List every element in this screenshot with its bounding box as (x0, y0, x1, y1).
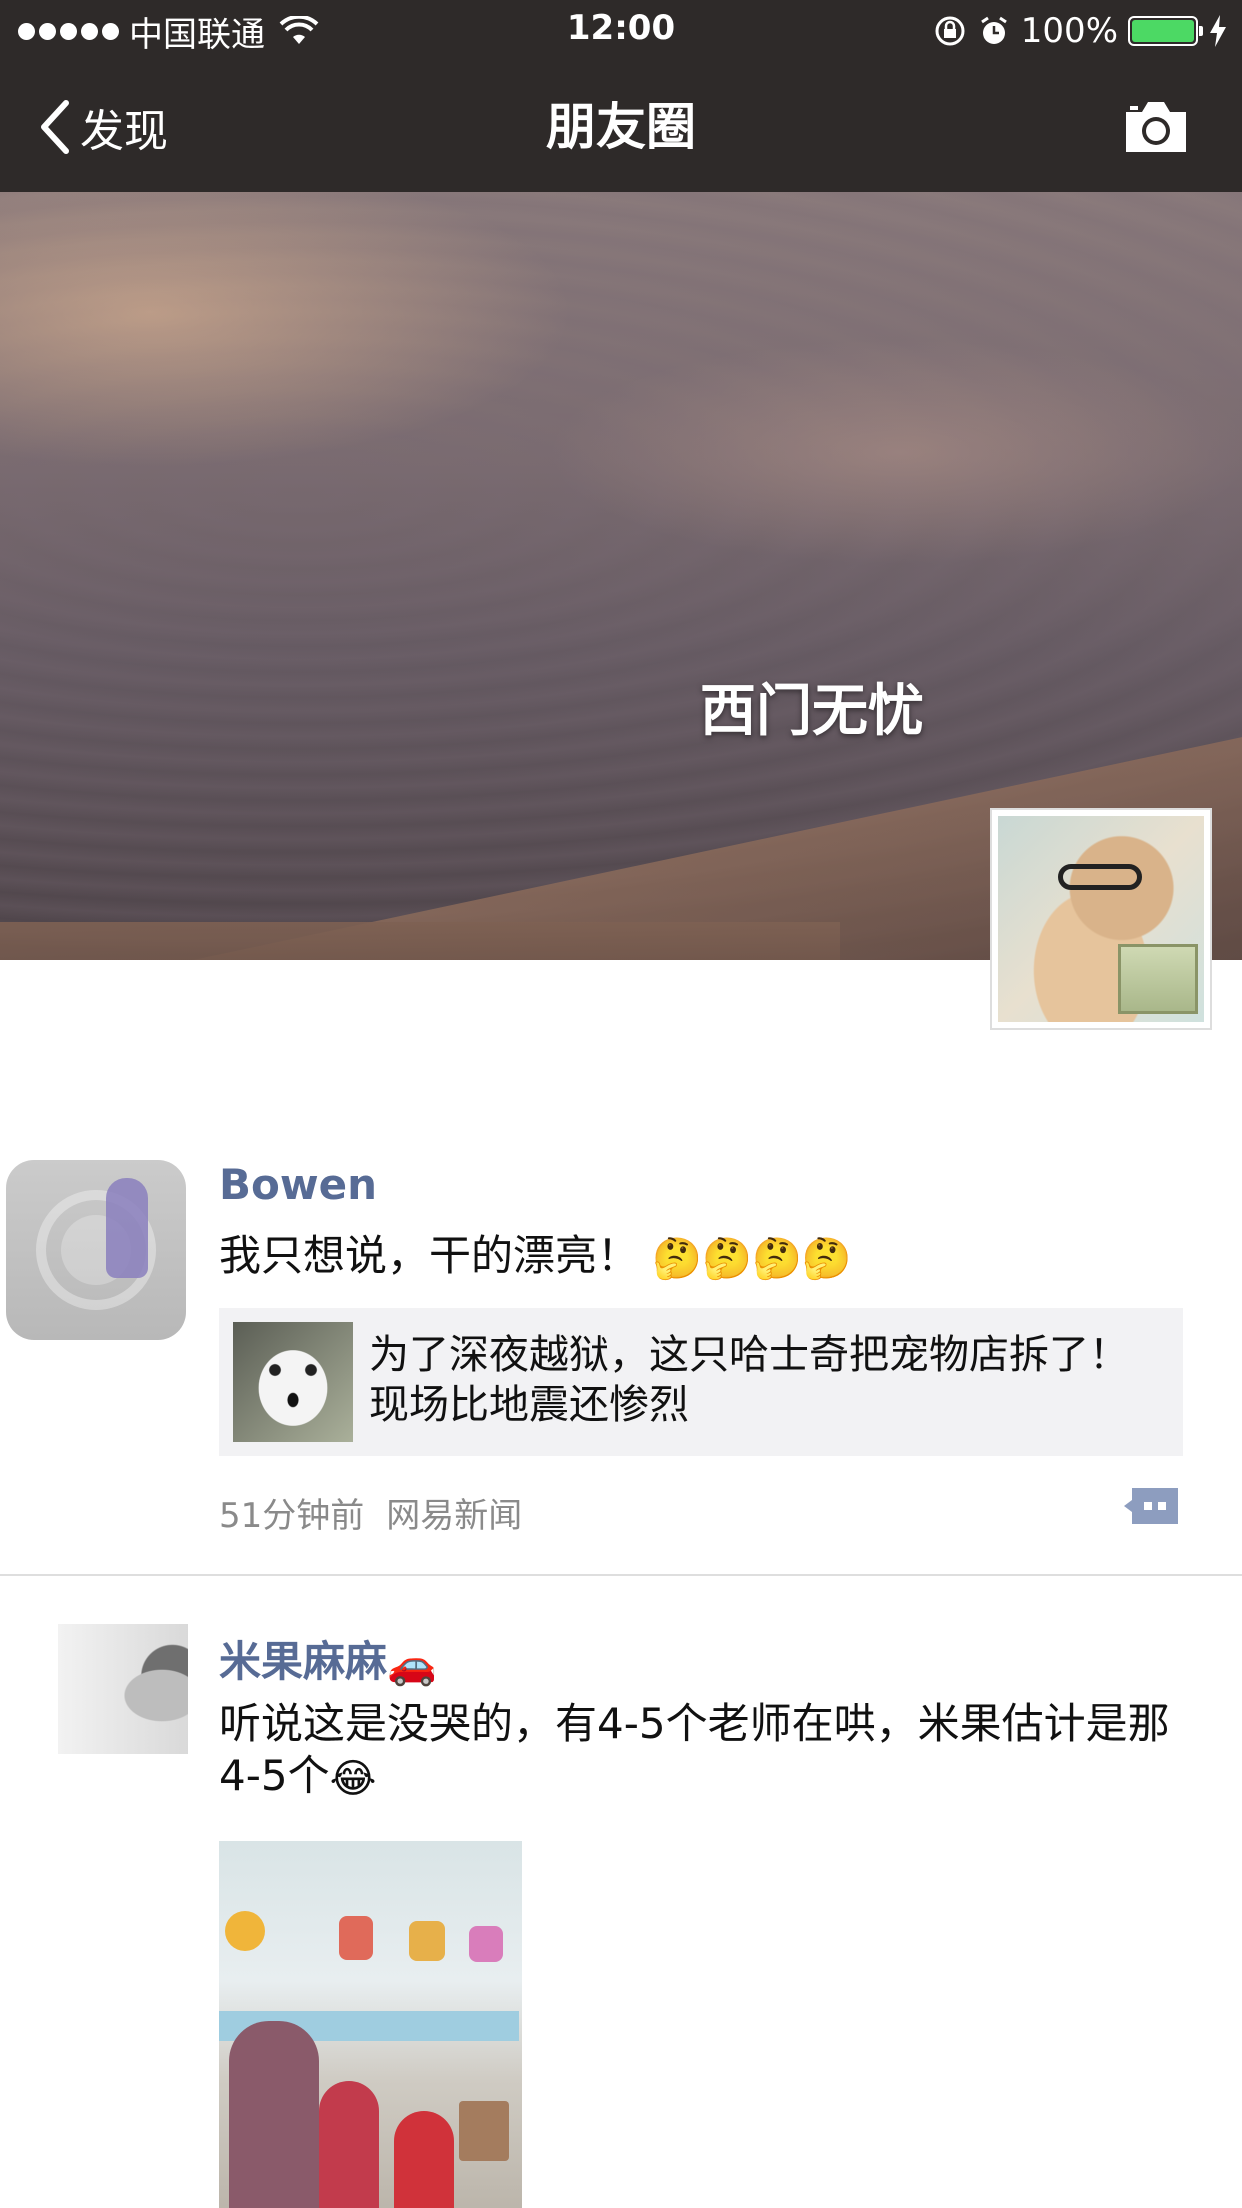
laughing-emoji: 😂 (329, 1755, 377, 1802)
owner-avatar-image (998, 816, 1204, 1022)
photo-decoration (469, 1926, 503, 1962)
user-name-link[interactable]: Bowen (219, 1160, 377, 1209)
shared-link-card[interactable]: 为了深夜越狱，这只哈士奇把宠物店拆了！现场比地震还惨烈 (219, 1308, 1183, 1456)
post-source-link[interactable]: 网易新闻 (386, 1496, 522, 1536)
post-text-body: 我只想说，干的漂亮！ (219, 1231, 640, 1280)
user-name-text: 米果麻麻 (219, 1637, 388, 1686)
post-divider (0, 1574, 1242, 1576)
glasses-shape (1058, 864, 1142, 890)
nav-bar: 发现 朋友圈 (0, 62, 1242, 192)
comment-dots-icon (1124, 1488, 1178, 1524)
user-avatar[interactable] (58, 1624, 188, 1754)
share-thumbnail (233, 1322, 353, 1442)
camera-button[interactable] (1122, 98, 1190, 156)
owner-name: 西门无忧 (700, 679, 924, 744)
battery-icon (1128, 16, 1203, 46)
photo-child (319, 2081, 379, 2208)
post-text: 我只想说，干的漂亮！ 🤔🤔🤔🤔 (219, 1230, 1179, 1285)
photo-decoration (225, 1911, 265, 1951)
share-title: 为了深夜越狱，这只哈士奇把宠物店拆了！现场比地震还惨烈 (369, 1332, 1129, 1428)
post-text: 听说这是没哭的，有4-5个老师在哄，米果估计是那4-5个😂 (219, 1698, 1179, 1805)
camera-icon (1126, 102, 1186, 152)
thinking-emoji: 🤔 (652, 1235, 703, 1282)
user-avatar[interactable] (6, 1160, 186, 1340)
post-photo[interactable] (219, 1841, 522, 2208)
rotation-lock-icon (933, 14, 967, 48)
avatar-figure (106, 1178, 148, 1278)
photo-decoration (339, 1916, 373, 1960)
thinking-emoji: 🤔 (752, 1235, 802, 1282)
owner-avatar[interactable] (990, 808, 1212, 1030)
post-meta: 51分钟前 网易新闻 (219, 1488, 522, 1537)
alarm-icon (977, 14, 1011, 48)
photo-decoration (409, 1921, 445, 1961)
thinking-emoji: 🤔 (702, 1235, 752, 1282)
photo-person (229, 2021, 319, 2208)
charging-icon (1208, 15, 1228, 47)
book-shape (1118, 944, 1198, 1014)
car-emoji: 🚗 (387, 1642, 437, 1688)
photo-table (459, 2101, 509, 2161)
thinking-emoji: 🤔 (801, 1235, 852, 1282)
cover-wing-shape-lower (0, 922, 840, 960)
battery-percent: 100% (1020, 11, 1118, 51)
comment-menu-button[interactable] (1122, 1486, 1180, 1526)
photo-child (394, 2111, 454, 2208)
user-name-link[interactable]: 米果麻麻🚗 (219, 1628, 437, 1689)
page-title: 朋友圈 (546, 98, 696, 156)
status-right: 100% (933, 10, 1228, 52)
post-time: 51分钟前 (219, 1496, 365, 1536)
status-bar: 中国联通 12:00 100% (0, 0, 1242, 62)
